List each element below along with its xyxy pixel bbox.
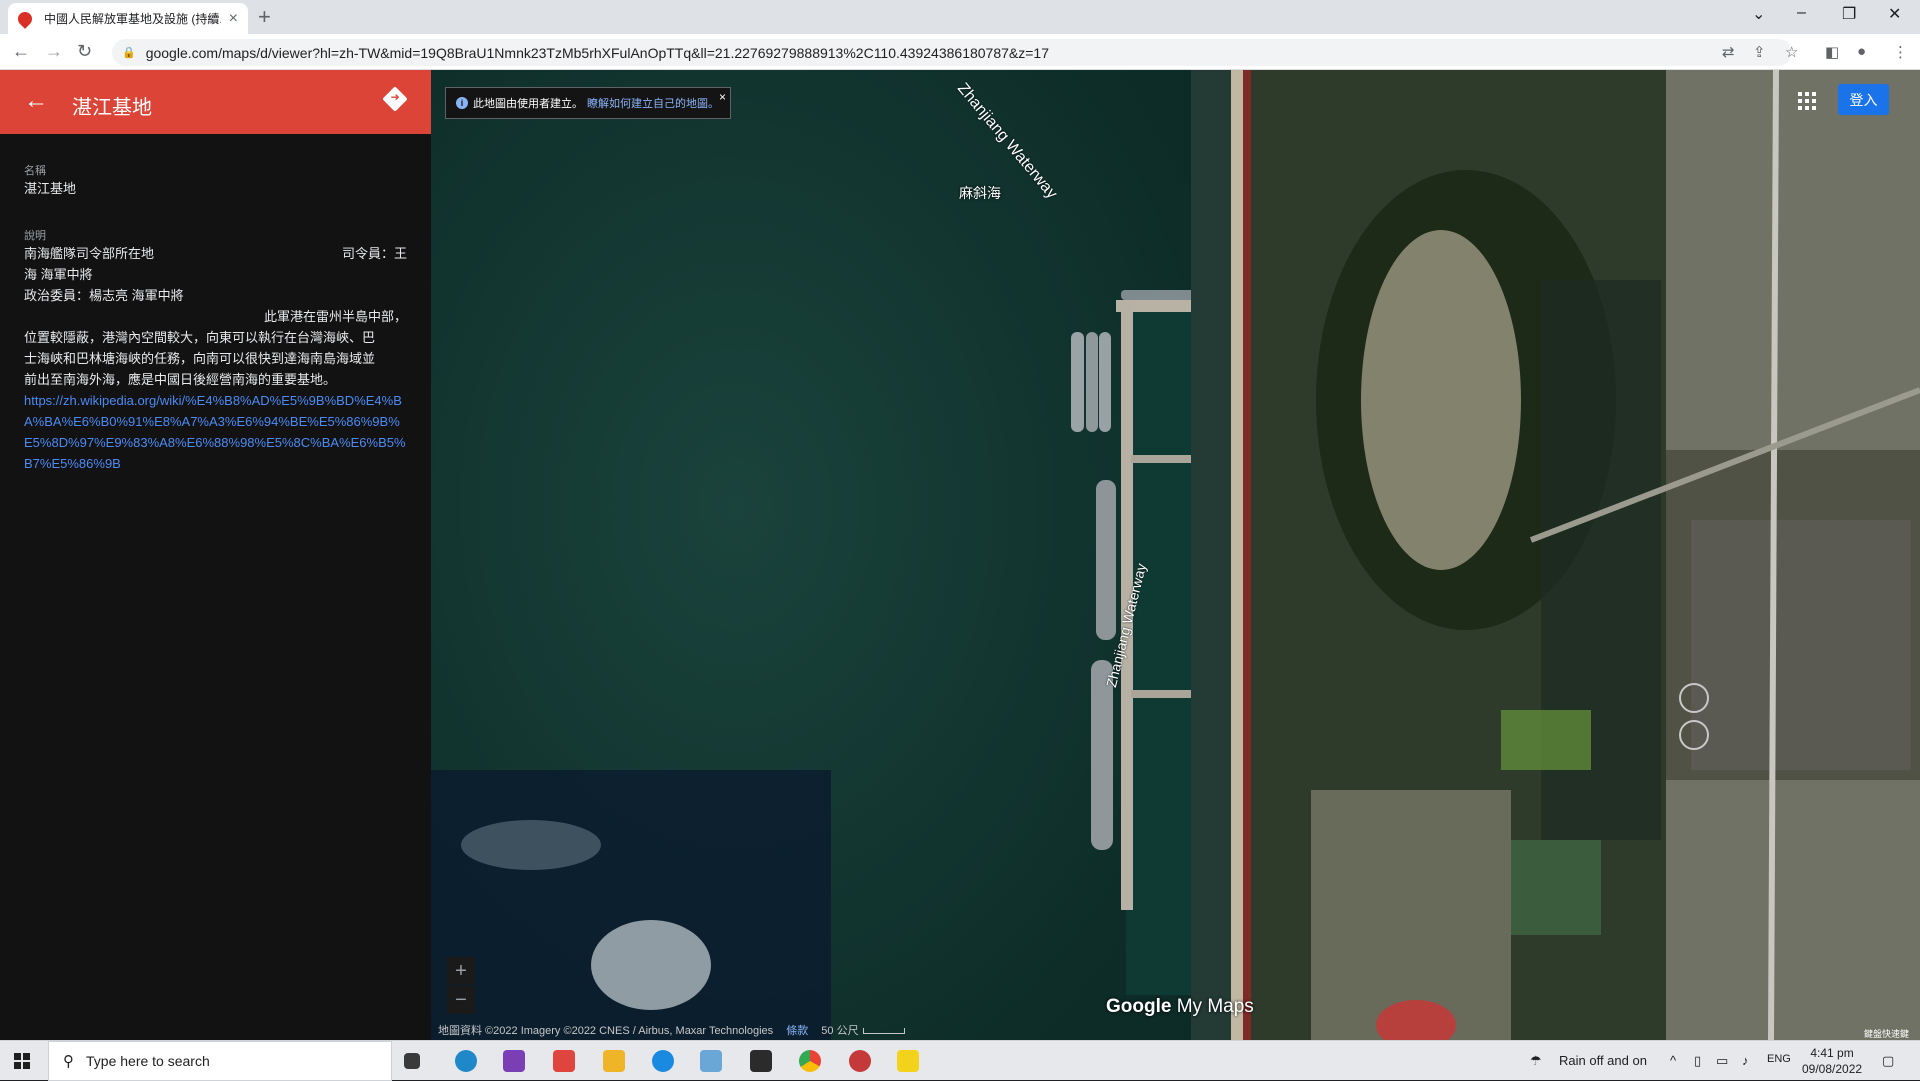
window-close-icon[interactable]: ✕ [1888,4,1901,24]
wikipedia-link[interactable]: https://zh.wikipedia.org/wiki/%E4%B8%AD%… [24,390,407,474]
attribution-text: 地圖資料 ©2022 Imagery ©2022 CNES / Airbus, … [438,1025,774,1037]
desc-line: 前出至南海外海，應是中國日後經營南海的重要基地。 [24,372,337,387]
tab-search-chevron-icon[interactable]: ⌄ [1752,4,1765,24]
terminal-icon[interactable] [750,1050,772,1072]
scale-label[interactable]: 50 公尺 [821,1025,858,1037]
share-icon[interactable]: ⇪ [1753,43,1766,61]
lock-icon: 🔒 [122,47,136,59]
task-view-icon[interactable] [404,1053,420,1069]
zoom-out-button[interactable]: − [447,986,475,1014]
translate-icon[interactable]: ⇄ [1722,43,1735,61]
reload-icon[interactable]: ↻ [77,41,92,62]
network-icon[interactable]: ▭ [1716,1053,1728,1069]
visual-studio-icon[interactable] [503,1050,525,1072]
place-details-panel: ← 湛江基地 ➜ 名稱 湛江基地 說明 南海艦隊司令部所在地 司令員：王 海 海軍… [0,70,431,1040]
desc-line: 海 海軍中將 [24,267,93,282]
new-tab-icon[interactable]: + [258,4,271,30]
notifications-icon[interactable]: ▢ [1882,1053,1894,1069]
language-indicator[interactable]: ENG [1767,1053,1791,1065]
google-apps-icon[interactable] [1798,92,1816,110]
battery-icon[interactable]: ▯ [1694,1053,1701,1069]
menu-kebab-icon[interactable]: ⋮ [1893,43,1908,61]
panel-title: 湛江基地 [72,97,152,119]
weather-text[interactable]: Rain off and on [1559,1053,1647,1068]
back-arrow-icon[interactable]: ← [24,87,48,115]
tab-close-icon[interactable]: × [229,10,238,28]
zoom-in-button[interactable]: + [447,957,475,985]
panel-header: ← 湛江基地 ➜ [0,70,431,134]
mymaps-logo-text: My Maps [1176,996,1254,1017]
back-icon[interactable]: ← [12,41,30,62]
search-icon: ⚲ [63,1053,74,1070]
chrome-icon[interactable] [799,1050,821,1072]
notice-close-icon[interactable]: × [719,90,726,104]
sticky-notes-icon[interactable] [897,1050,919,1072]
minimize-icon[interactable]: – [1797,4,1806,22]
file-explorer-icon[interactable] [603,1050,625,1072]
desc-line: 士海峽和巴林塘海峽的任務，向南可以很快到達海南島海域並 [24,351,376,366]
app-icon[interactable] [700,1050,722,1072]
clock-date: 09/08/2022 [1802,1062,1863,1076]
keyboard-shortcuts-badge[interactable]: 鍵盤快速鍵 [1864,1027,1909,1040]
taskbar-clock[interactable]: 4:41 pm 09/08/2022 [1802,1045,1862,1077]
extensions-icon[interactable]: ◧ [1825,43,1839,61]
search-placeholder: Type here to search [86,1053,210,1069]
desc-line: 南海艦隊司令部所在地 [24,246,155,261]
sign-in-button[interactable]: 登入 [1838,84,1889,115]
learn-create-map-link[interactable]: 瞭解如何建立自己的地圖。 [587,95,719,111]
notice-text: 此地圖由使用者建立。 [473,98,583,110]
restore-icon[interactable]: ❐ [1842,4,1856,24]
profile-icon[interactable]: ● [1857,43,1866,60]
clock-time: 4:41 pm [1810,1046,1854,1060]
edge-icon[interactable] [455,1050,477,1072]
browser-tab-strip: 中國人民解放軍基地及設施 (持續... × + ⌄ – ❐ ✕ [0,0,1920,34]
anydesk-icon[interactable] [553,1050,575,1072]
windows-taskbar: ⚲ Type here to search ☂ Rain off and on … [0,1040,1920,1081]
desc-line: 位置較隱蔽，港灣內空間較大，向東可以執行在台灣海峽、巴 [24,330,376,345]
terms-link[interactable]: 條款 [786,1025,808,1037]
name-value: 湛江基地 [24,181,77,196]
satellite-map[interactable]: Zhanjiang Waterway Zhanjiang Waterway [431,70,1920,1040]
desc-line: 司令員：王 [341,246,407,261]
browser-tab[interactable]: 中國人民解放軍基地及設施 (持續... × [8,3,248,34]
browser-toolbar: ← → ↻ 🔒 google.com/maps/d/viewer?hl=zh-T… [0,34,1920,70]
tab-title: 中國人民解放軍基地及設施 (持續... [44,12,221,26]
place-label: 麻斜海 [959,185,1001,201]
google-my-maps-logo: Google My Maps [1106,996,1254,1018]
description-label: 說明 [24,230,46,242]
forward-icon[interactable]: → [45,41,63,62]
scale-bar [862,1028,905,1034]
volume-icon[interactable]: ♪ [1742,1053,1749,1068]
user-map-notice: i 此地圖由使用者建立。 瞭解如何建立自己的地圖。 × [445,87,731,119]
name-label: 名稱 [24,165,46,177]
info-icon: i [456,97,468,109]
description-text: 南海艦隊司令部所在地 司令員：王 海 海軍中將 政治委員：楊志亮 海軍中將 此軍港… [24,243,407,474]
desc-line: 政治委員：楊志亮 海軍中將 [24,288,184,303]
desc-line: 此軍港在雷州半島中部， [263,309,407,324]
google-logo-text: Google [1106,996,1172,1017]
taskbar-search-box[interactable]: ⚲ Type here to search [48,1041,392,1081]
snipping-tool-icon[interactable] [849,1050,871,1072]
map-attribution: 地圖資料 ©2022 Imagery ©2022 CNES / Airbus, … [438,1022,905,1038]
windows-start-icon[interactable] [14,1053,30,1069]
skype-icon[interactable] [652,1050,674,1072]
address-bar[interactable]: 🔒 google.com/maps/d/viewer?hl=zh-TW&mid=… [112,39,1792,66]
maps-favicon-icon [15,8,35,29]
weather-icon[interactable]: ☂ [1530,1053,1542,1069]
url-text: google.com/maps/d/viewer?hl=zh-TW&mid=19… [145,44,1049,61]
satellite-imagery [431,70,1920,1040]
bookmark-star-icon[interactable]: ☆ [1785,43,1798,61]
directions-icon[interactable]: ➜ [382,86,408,112]
tray-chevron-icon[interactable]: ^ [1670,1053,1676,1068]
